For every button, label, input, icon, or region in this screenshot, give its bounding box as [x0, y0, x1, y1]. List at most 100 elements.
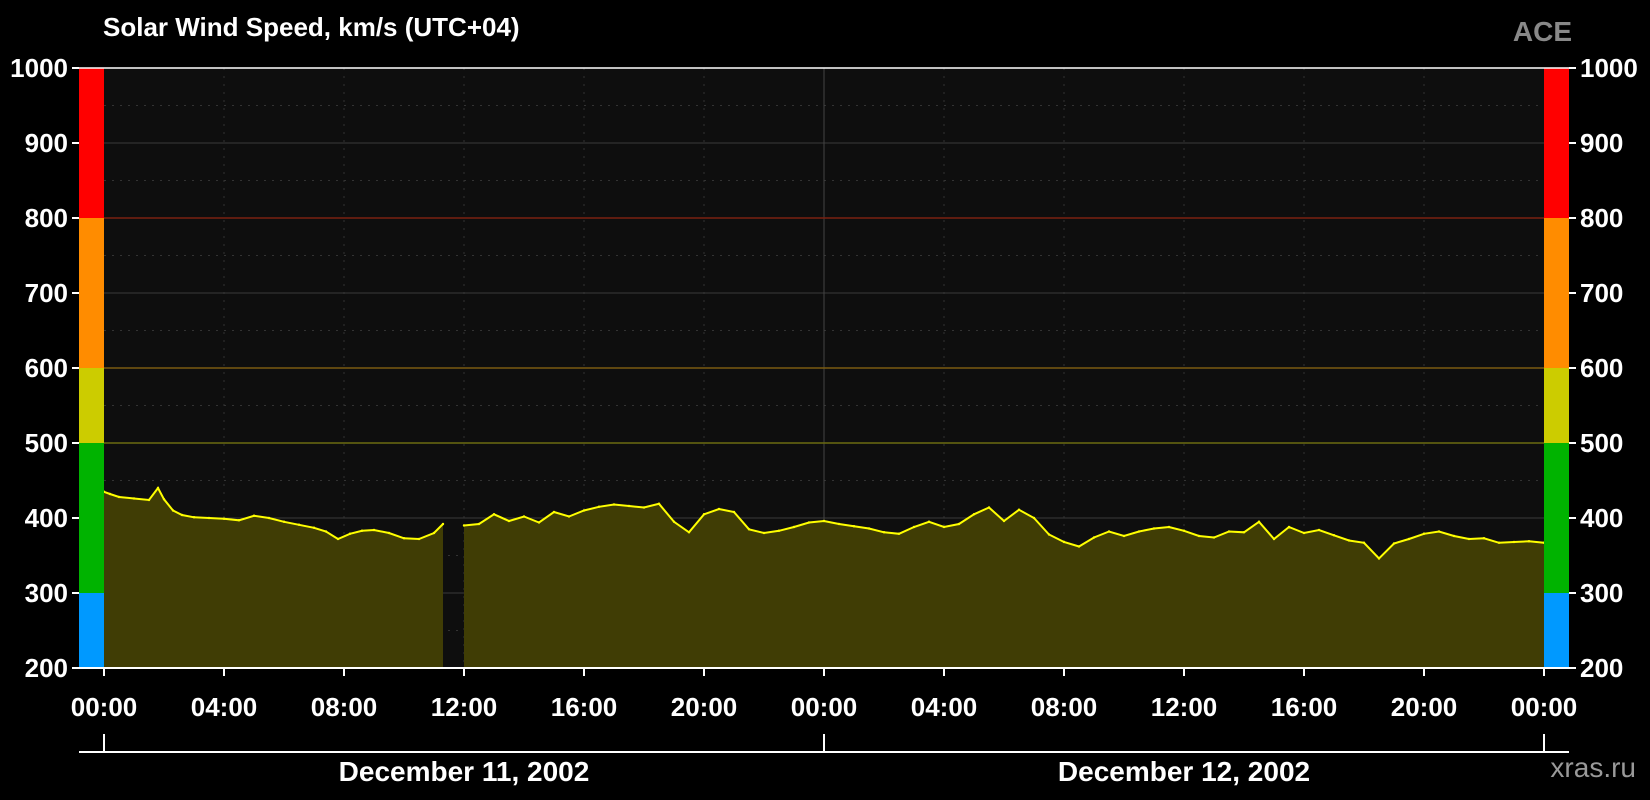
data-point [1017, 508, 1021, 511]
y-tick-label: 200 [1580, 653, 1623, 683]
data-point [822, 519, 826, 523]
data-point [1362, 541, 1366, 544]
data-point [882, 531, 886, 534]
data-point [132, 497, 136, 500]
data-point [237, 519, 241, 522]
data-point [147, 498, 151, 502]
date-label: December 11, 2002 [339, 756, 590, 787]
data-point [312, 526, 316, 529]
data-point [642, 506, 646, 509]
x-tick-label: 20:00 [671, 692, 738, 722]
data-point [108, 492, 112, 496]
y-tick-label: 700 [1580, 278, 1623, 308]
data-point [552, 510, 556, 514]
data-point [762, 531, 766, 535]
x-tick-label: 04:00 [911, 692, 978, 722]
data-point [597, 505, 601, 508]
data-point [942, 525, 946, 529]
data-point [777, 529, 781, 532]
y-tick-label: 800 [1580, 203, 1623, 233]
data-point [417, 537, 421, 541]
y-tick-label: 200 [25, 653, 68, 683]
data-point [1002, 519, 1006, 523]
scale-band [79, 368, 104, 443]
data-point [1122, 534, 1126, 538]
y-tick-label: 400 [25, 503, 68, 533]
scale-band [1544, 443, 1569, 593]
data-point [222, 517, 226, 520]
x-tick-label: 00:00 [791, 692, 858, 722]
data-point [117, 495, 121, 499]
data-point [1137, 530, 1141, 533]
data-point [957, 522, 961, 526]
left-color-scale [79, 68, 104, 668]
data-point [1347, 539, 1351, 542]
data-point [336, 537, 340, 541]
data-point [1497, 541, 1501, 544]
data-point [627, 504, 631, 508]
data-point [837, 522, 841, 526]
y-tick-label: 500 [1580, 428, 1623, 458]
data-point [1062, 540, 1066, 544]
date-label: December 12, 2002 [1058, 756, 1310, 787]
scale-band [79, 218, 104, 368]
data-point [1407, 537, 1411, 541]
data-point [807, 521, 811, 524]
y-tick-label: 900 [25, 128, 68, 158]
data-point [267, 516, 271, 520]
data-point [156, 486, 160, 490]
scale-band [1544, 218, 1569, 368]
y-tick-label: 700 [25, 278, 68, 308]
data-point [717, 507, 721, 511]
x-tick-labels: 00:00 04:00 08:00 12:00 16:00 20:00 00:00 04:00… [71, 668, 1577, 722]
x-tick-label: 04:00 [191, 692, 258, 722]
scale-band [1544, 68, 1569, 218]
data-point [360, 529, 364, 532]
data-point [192, 516, 196, 519]
data-point [1272, 537, 1276, 541]
y-tick-label: 600 [1580, 353, 1623, 383]
data-point [927, 520, 931, 523]
data-point [1032, 516, 1036, 520]
data-point [897, 532, 901, 535]
data-point [441, 522, 445, 526]
data-point [987, 506, 991, 509]
data-point [162, 498, 166, 501]
data-point [207, 516, 211, 520]
data-point [402, 537, 406, 540]
data-point [1317, 528, 1321, 532]
x-tick-label: 08:00 [1031, 692, 1098, 722]
data-point [582, 509, 586, 512]
data-point [372, 528, 376, 532]
data-point [282, 520, 286, 523]
data-point [1077, 545, 1081, 548]
data-point [1422, 532, 1426, 535]
solar-wind-chart: 200 200 300 300 400 400 500 500 600 600 700 700 800 8… [10, 53, 1638, 787]
y-tick-label: 300 [1580, 578, 1623, 608]
data-point [1242, 531, 1246, 534]
x-tick-label: 08:00 [311, 692, 378, 722]
scale-band [79, 593, 104, 668]
data-point [972, 513, 976, 516]
scale-band [79, 68, 104, 218]
data-point [1227, 530, 1231, 533]
data-point [1467, 537, 1471, 541]
y-tick-label: 1000 [1580, 53, 1638, 83]
data-point [387, 531, 391, 535]
data-point [792, 525, 796, 529]
data-point [507, 519, 511, 523]
data-point [1437, 530, 1441, 533]
y-tick-label: 900 [1580, 128, 1623, 158]
y-tick-label: 800 [25, 203, 68, 233]
data-point [867, 527, 871, 530]
data-point [1392, 542, 1396, 545]
data-point [687, 531, 691, 534]
y-tick-label: 300 [25, 578, 68, 608]
data-point [1092, 536, 1096, 539]
data-point [1377, 557, 1381, 560]
data-point [432, 531, 436, 535]
data-point [1452, 534, 1456, 538]
x-tick-label: 00:00 [71, 692, 138, 722]
data-point [657, 502, 661, 505]
data-point [477, 522, 481, 526]
